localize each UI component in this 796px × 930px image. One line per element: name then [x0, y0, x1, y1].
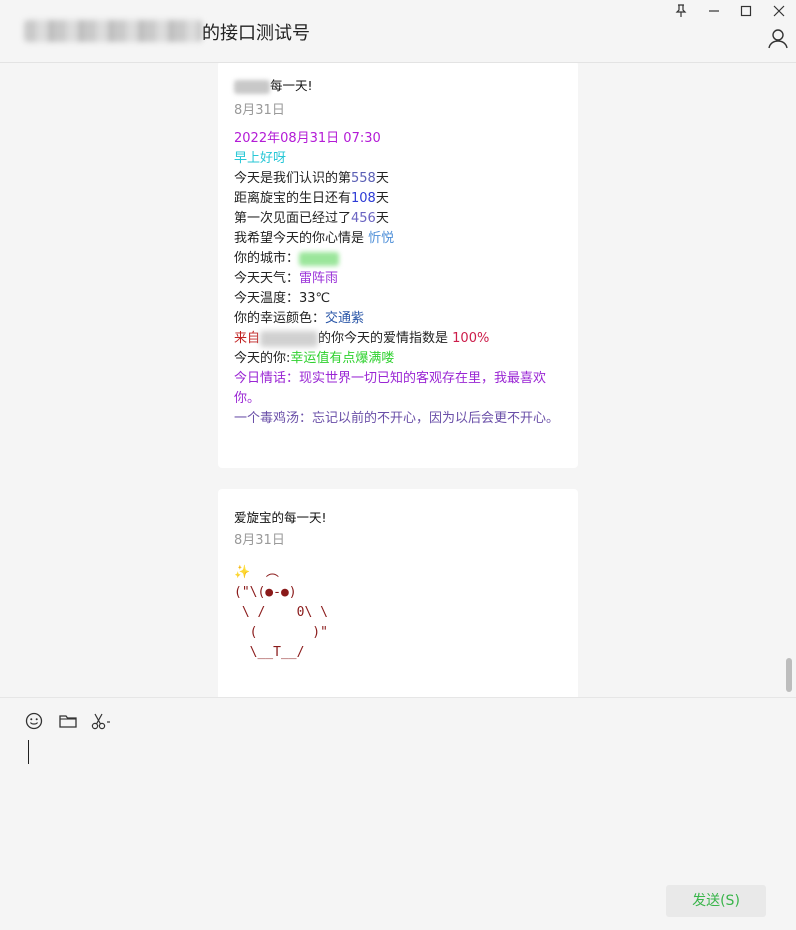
sparkle-icon: ✨ — [234, 565, 251, 580]
screenshot-button[interactable] — [90, 711, 110, 731]
title-bar: 的接口测试号 — [0, 0, 796, 63]
message-input[interactable] — [28, 740, 29, 764]
message-title: 每一天! — [234, 75, 313, 94]
message-date: 8月31日 — [234, 533, 285, 548]
birthday-line: 距离旋宝的生日还有108天 — [234, 191, 389, 206]
chat-history[interactable]: 每一天! 8月31日 2022年08月31日 07:30 早上好呀 今天是我们认… — [0, 63, 796, 697]
maximize-icon — [740, 5, 752, 17]
file-button[interactable] — [58, 711, 78, 731]
blurred-name — [234, 79, 270, 94]
close-button[interactable] — [770, 4, 788, 22]
folder-icon — [59, 715, 77, 728]
profile-button[interactable] — [767, 28, 789, 50]
blurred-location — [260, 330, 319, 347]
pin-window-button[interactable] — [672, 4, 690, 22]
blurred-city — [299, 251, 340, 266]
lucky-color-line: 你的幸运颜色：交通紫 — [234, 311, 365, 326]
user-icon — [768, 29, 788, 49]
pin-icon — [675, 4, 687, 17]
message-card[interactable]: 每一天! 8月31日 2022年08月31日 07:30 早上好呀 今天是我们认… — [218, 63, 578, 468]
datetime-line: 2022年08月31日 07:30 — [234, 131, 381, 146]
blurred-account-name — [24, 20, 202, 42]
minimize-icon — [709, 10, 719, 12]
message-title: 爱旋宝的每一天! — [234, 510, 327, 525]
window-title: 的接口测试号 — [202, 23, 310, 44]
emoji-button[interactable] — [24, 711, 44, 731]
message-card[interactable]: 爱旋宝的每一天! 8月31日 ✨ ︵ ("\(●-●) \ / 0\ \ ( )… — [218, 489, 578, 697]
input-area: 发送(S) — [0, 697, 796, 930]
maximize-button[interactable] — [737, 4, 755, 22]
love-index-line: 来自 的你今天的爱情指数是 100% — [234, 330, 490, 347]
first-meet-line: 第一次见面已经过了456天 — [234, 211, 389, 226]
send-button[interactable]: 发送(S) — [666, 885, 766, 917]
chicken-soup-line: 一个毒鸡汤：忘记以前的不开心，因为以后会更不开心。 — [234, 411, 560, 426]
chat-scrollbar[interactable] — [786, 658, 792, 692]
known-days-line: 今天是我们认识的第558天 — [234, 171, 389, 186]
scissors-icon — [91, 713, 110, 730]
lucky-line: 今天的你:幸运值有点爆满喽 — [234, 351, 395, 366]
message-body: 2022年08月31日 07:30 早上好呀 今天是我们认识的第558天 距离旋… — [234, 129, 569, 429]
emoji-icon — [25, 712, 43, 730]
love-quote-line: 今日情话：现实世界一切已知的客观存在里，我最喜欢你。 — [234, 371, 547, 406]
close-icon — [773, 5, 785, 17]
ascii-art: ✨ ︵ ("\(●-●) \ / 0\ \ ( )" \__T__/ — [234, 565, 328, 660]
weather-line: 今天天气：雷阵雨 — [234, 271, 339, 286]
city-line: 你的城市： — [234, 249, 569, 269]
message-date: 8月31日 — [234, 103, 285, 118]
minimize-button[interactable] — [705, 4, 723, 22]
temperature-line: 今天温度：33℃ — [234, 291, 331, 306]
mood-line: 我希望今天的你心情是 忻悦 — [234, 231, 395, 246]
greeting-line: 早上好呀 — [234, 151, 287, 166]
